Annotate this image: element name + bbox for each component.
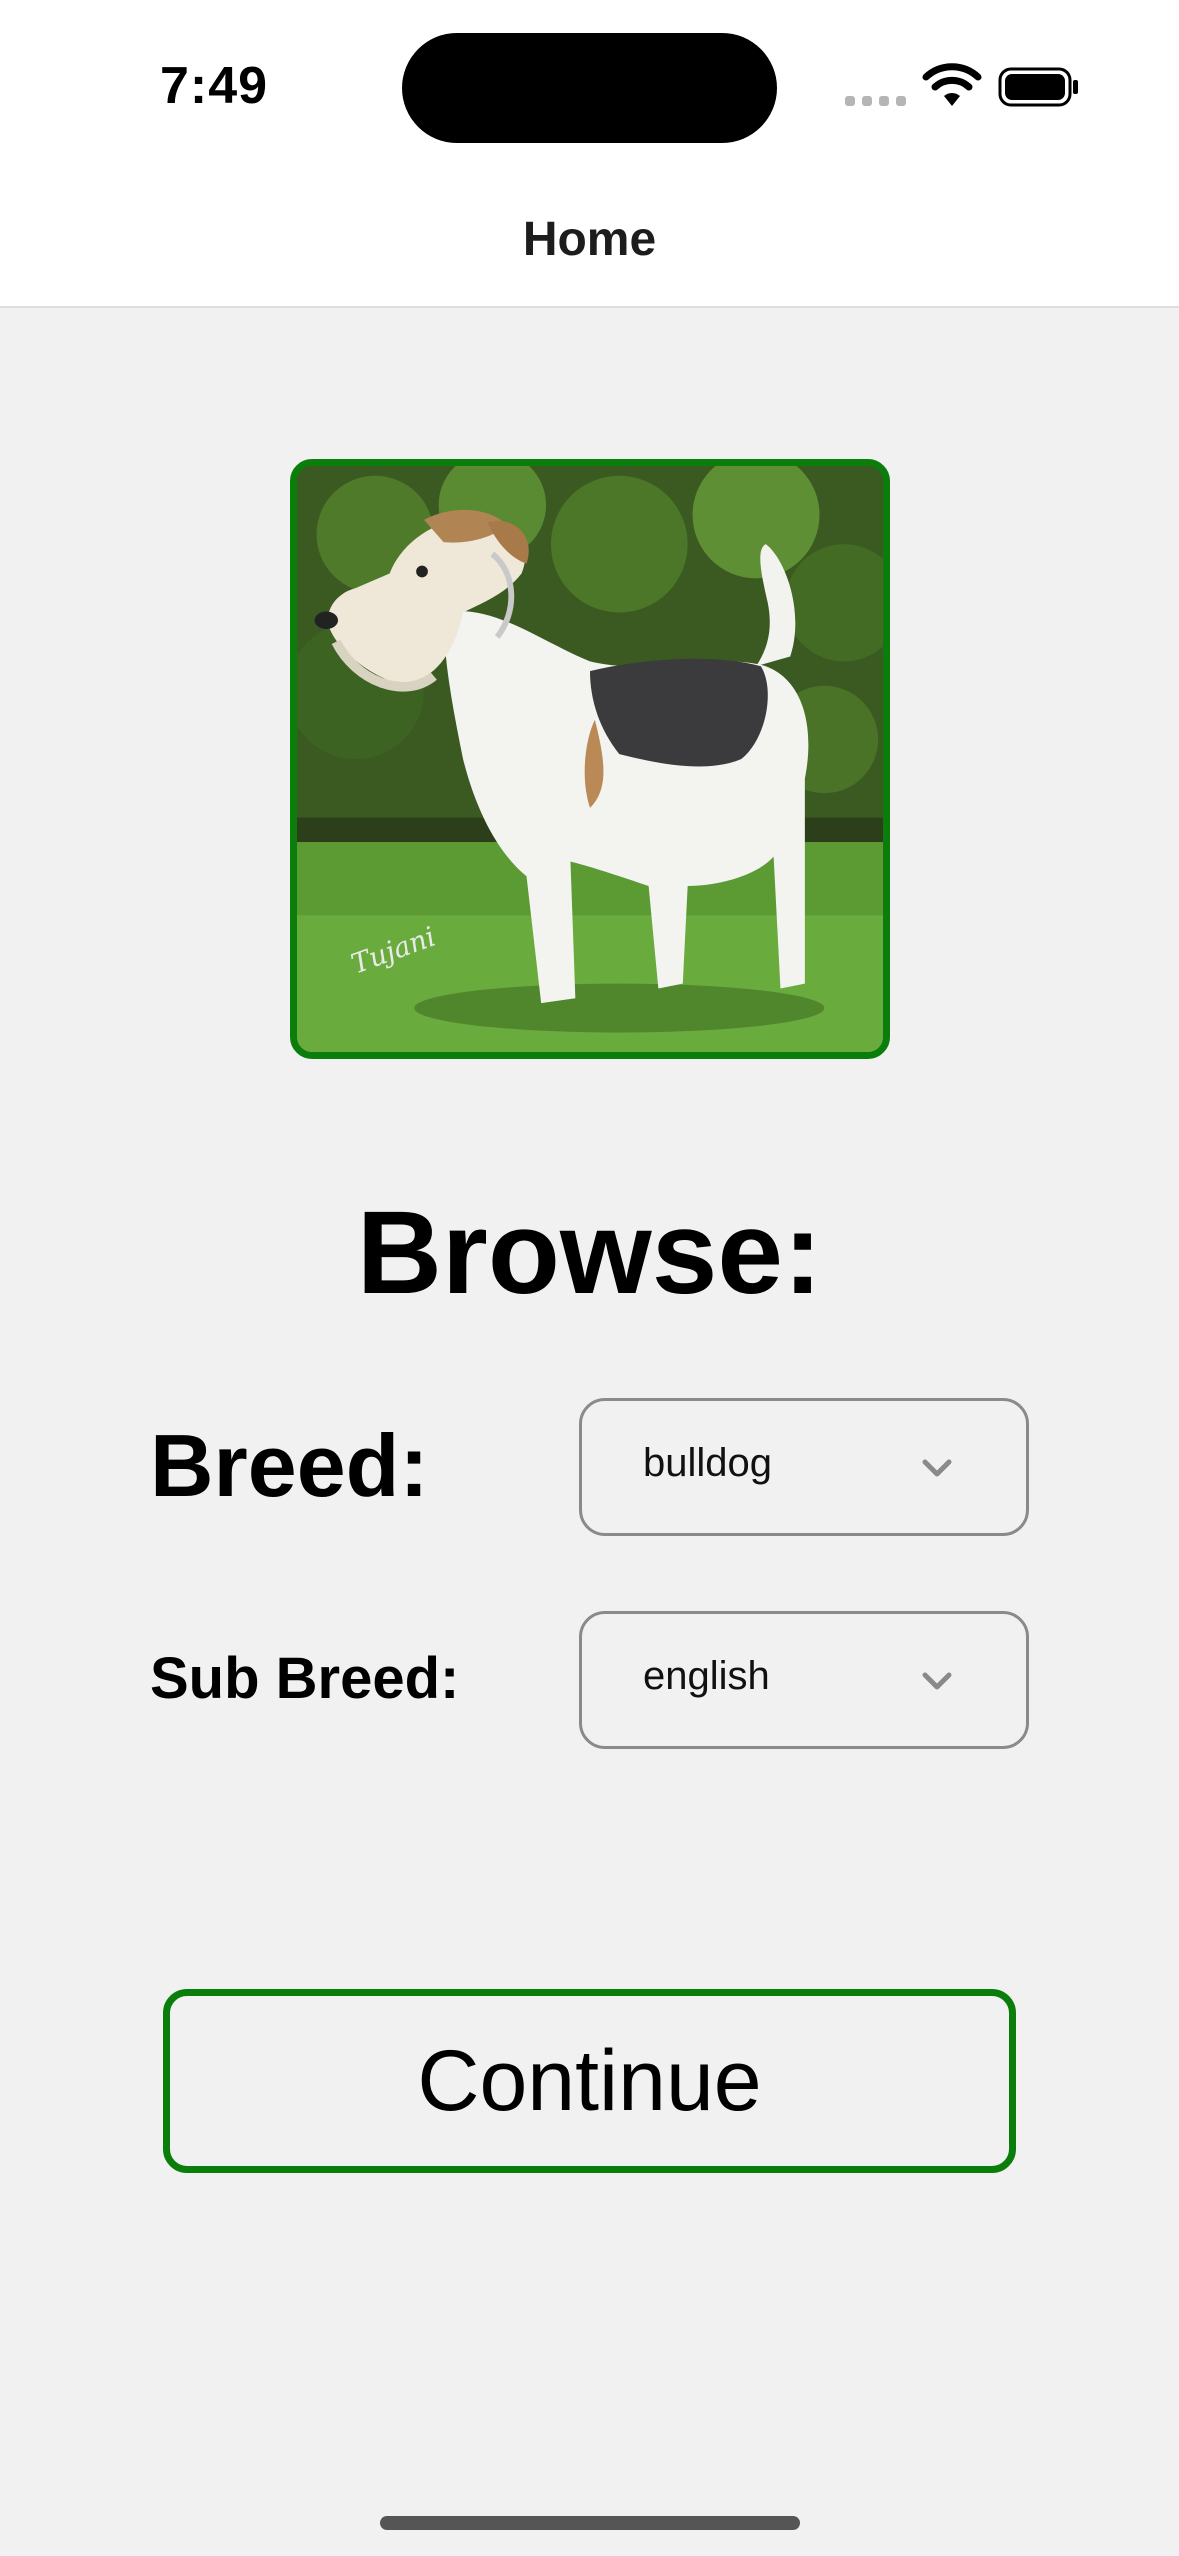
breed-label: Breed:	[150, 1416, 429, 1515]
breed-select-value: bulldog	[643, 1441, 773, 1485]
dog-photo: Tujani	[290, 459, 890, 1059]
continue-button[interactable]: Continue	[163, 1989, 1016, 2173]
dynamic-island	[402, 33, 777, 143]
wifi-icon	[922, 63, 982, 106]
sub-breed-label: Sub Breed:	[150, 1646, 460, 1711]
battery-icon	[998, 67, 1078, 107]
cellular-signal-icon	[845, 96, 906, 106]
chevron-down-icon	[922, 1672, 952, 1690]
sub-breed-select[interactable]: english	[579, 1611, 1029, 1749]
page-title: Home	[522, 213, 657, 266]
home-indicator[interactable]	[380, 2516, 800, 2530]
breed-select[interactable]: bulldog	[579, 1398, 1029, 1536]
status-time: 7:49	[160, 57, 269, 115]
home-screen: 7:49 Home Tujani Browse: Breed: bulldog …	[0, 0, 1179, 2556]
sub-breed-select-value: english	[643, 1654, 770, 1698]
chevron-down-icon	[922, 1459, 952, 1477]
browse-heading: Browse:	[356, 1187, 823, 1319]
header-bar: 7:49 Home	[0, 0, 1179, 308]
